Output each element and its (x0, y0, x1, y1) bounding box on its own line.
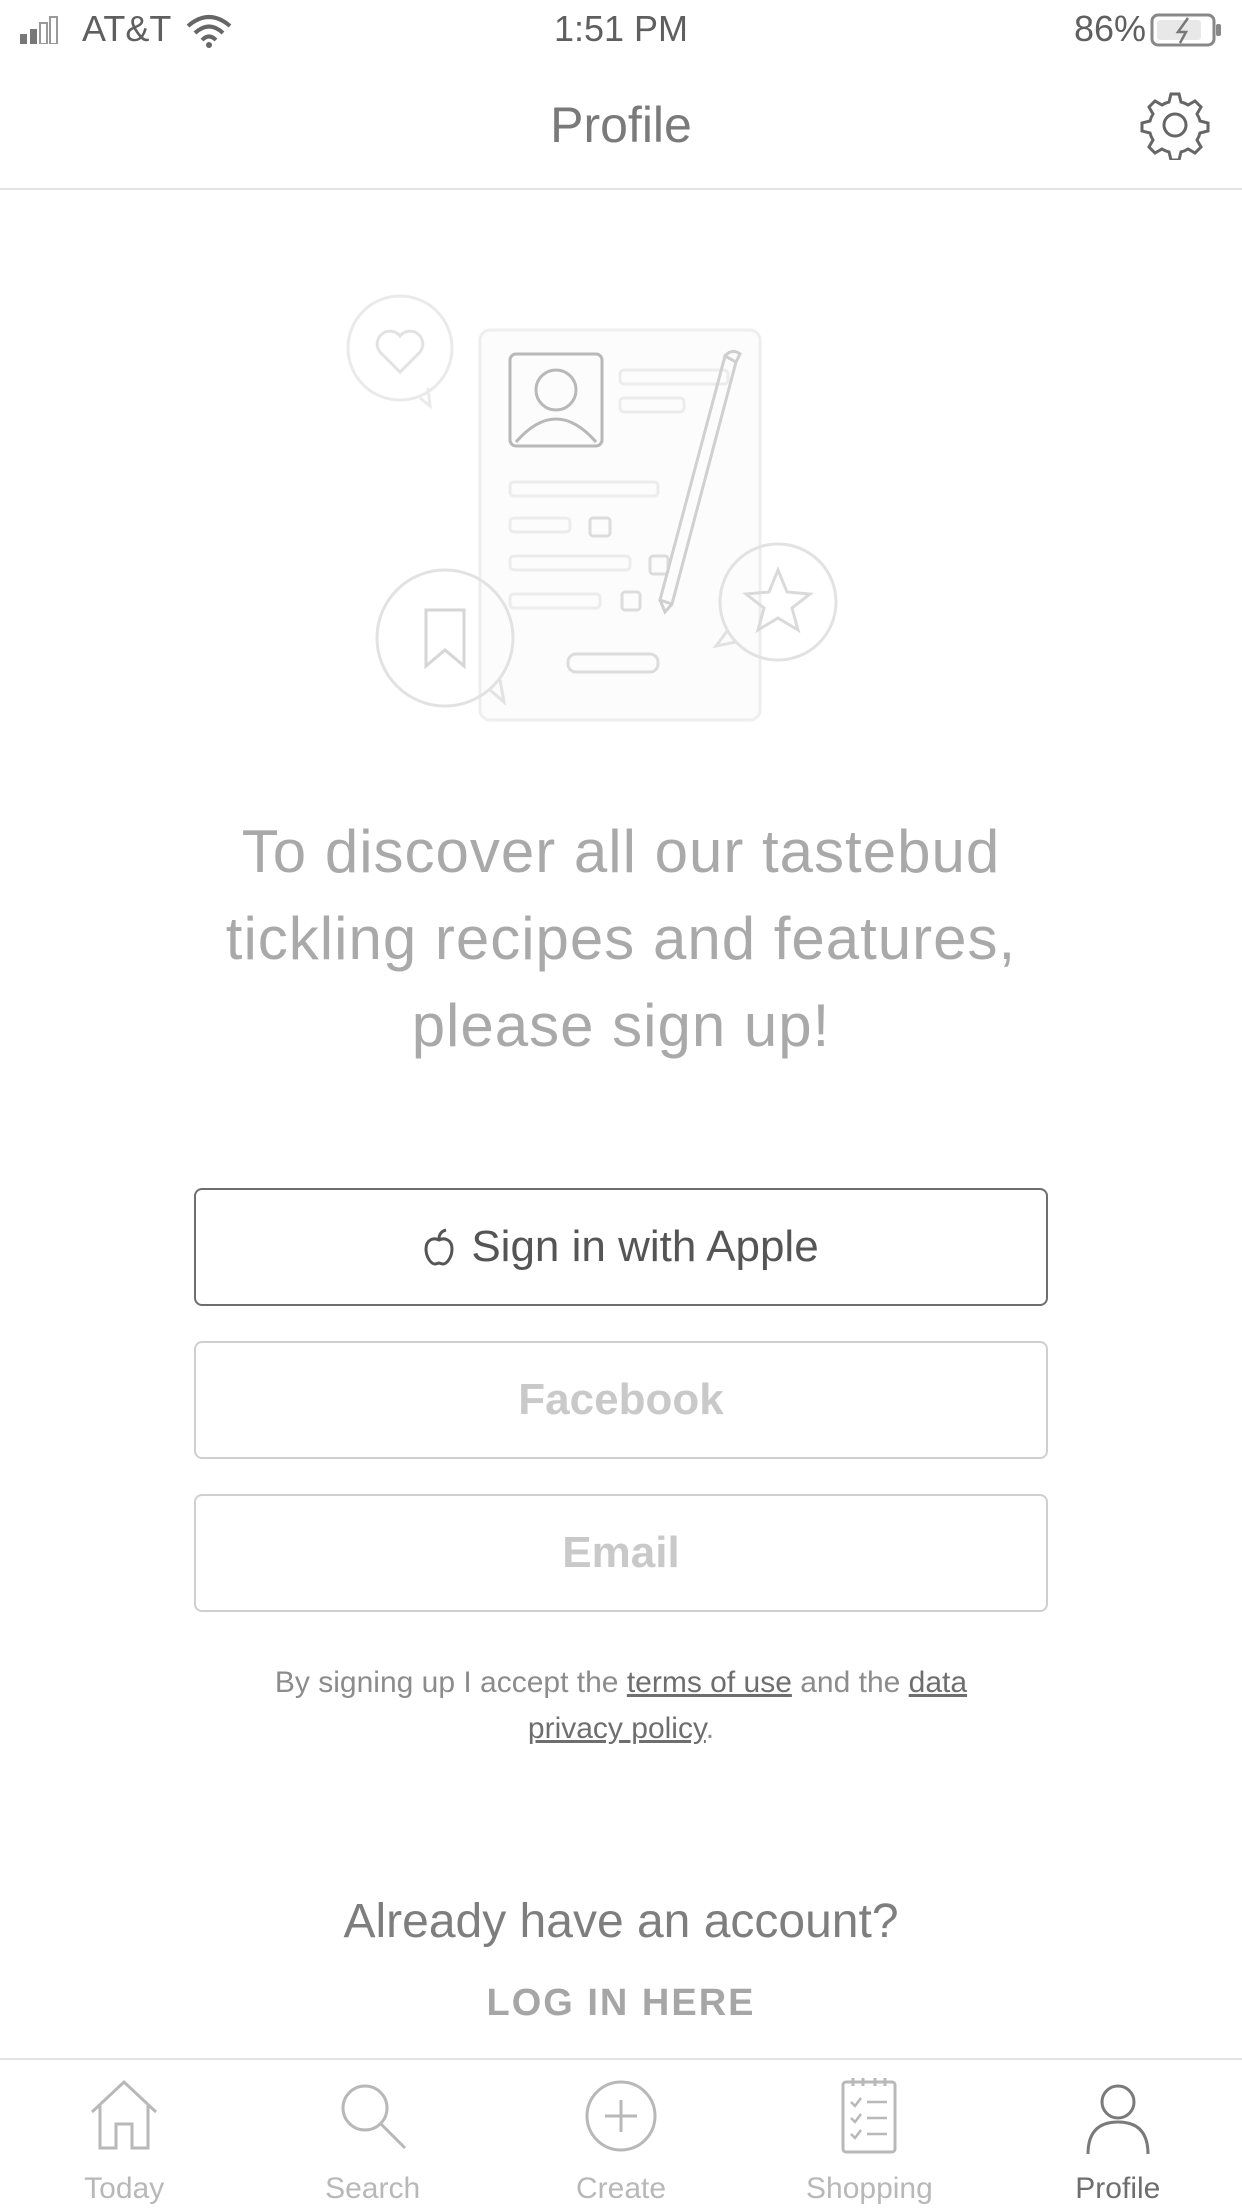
status-bar: AT&T 1:51 PM 86% (0, 0, 1242, 60)
checklist-icon (841, 2078, 897, 2154)
profile-illustration (346, 294, 838, 722)
tab-profile[interactable]: Profile (994, 2060, 1242, 2208)
apple-button-label: Sign in with Apple (471, 1222, 819, 1271)
page-title: Profile (550, 97, 692, 153)
status-time: 1:51 PM (553, 8, 689, 49)
facebook-button-label: Facebook (518, 1375, 724, 1424)
tab-today-label: Today (84, 2172, 165, 2205)
battery-percent: 86% (1073, 8, 1146, 49)
plus-circle-icon (585, 2080, 657, 2152)
person-icon (1086, 2084, 1150, 2155)
home-icon (91, 2079, 158, 2150)
email-button[interactable]: Email (194, 1494, 1048, 1612)
legal-notice: By signing up I accept the terms of use … (240, 1660, 1002, 1752)
search-icon (341, 2084, 406, 2150)
tab-create-label: Create (575, 2172, 667, 2205)
tab-shopping-label: Shopping (806, 2172, 933, 2205)
gear-icon[interactable] (1140, 90, 1210, 160)
tab-today[interactable]: Today (0, 2060, 248, 2208)
apple-icon (424, 1228, 454, 1266)
legal-middle: and the (800, 1666, 901, 1699)
nav-bar: Profile (0, 60, 1242, 190)
legal-suffix: . (705, 1712, 715, 1745)
legal-prefix: By signing up I accept the (274, 1666, 619, 1699)
tab-search-label: Search (325, 2172, 421, 2205)
signup-prompt: To discover all our tastebud tickling re… (160, 808, 1082, 1069)
terms-of-use-link[interactable]: terms of use (627, 1666, 792, 1699)
signup-prompt-line-1: To discover all our tastebud (241, 818, 1001, 885)
tab-bar: Today Search Create Shopping Profile (0, 2058, 1242, 2208)
tab-create[interactable]: Create (497, 2060, 745, 2208)
tab-shopping[interactable]: Shopping (745, 2060, 993, 2208)
tab-search[interactable]: Search (248, 2060, 496, 2208)
already-have-account-text: Already have an account? (343, 1895, 899, 1948)
battery-icon (1150, 13, 1221, 47)
signup-prompt-line-3: please sign up! (411, 992, 831, 1059)
email-button-label: Email (562, 1528, 680, 1577)
sign-in-with-apple-button[interactable]: Sign in with Apple (194, 1188, 1048, 1306)
log-in-here-link[interactable]: LOG IN HERE (0, 1982, 1242, 2025)
facebook-button[interactable]: Facebook (194, 1341, 1048, 1459)
signup-prompt-line-2: tickling recipes and features, (225, 905, 1017, 972)
tab-profile-label: Profile (1075, 2172, 1161, 2205)
